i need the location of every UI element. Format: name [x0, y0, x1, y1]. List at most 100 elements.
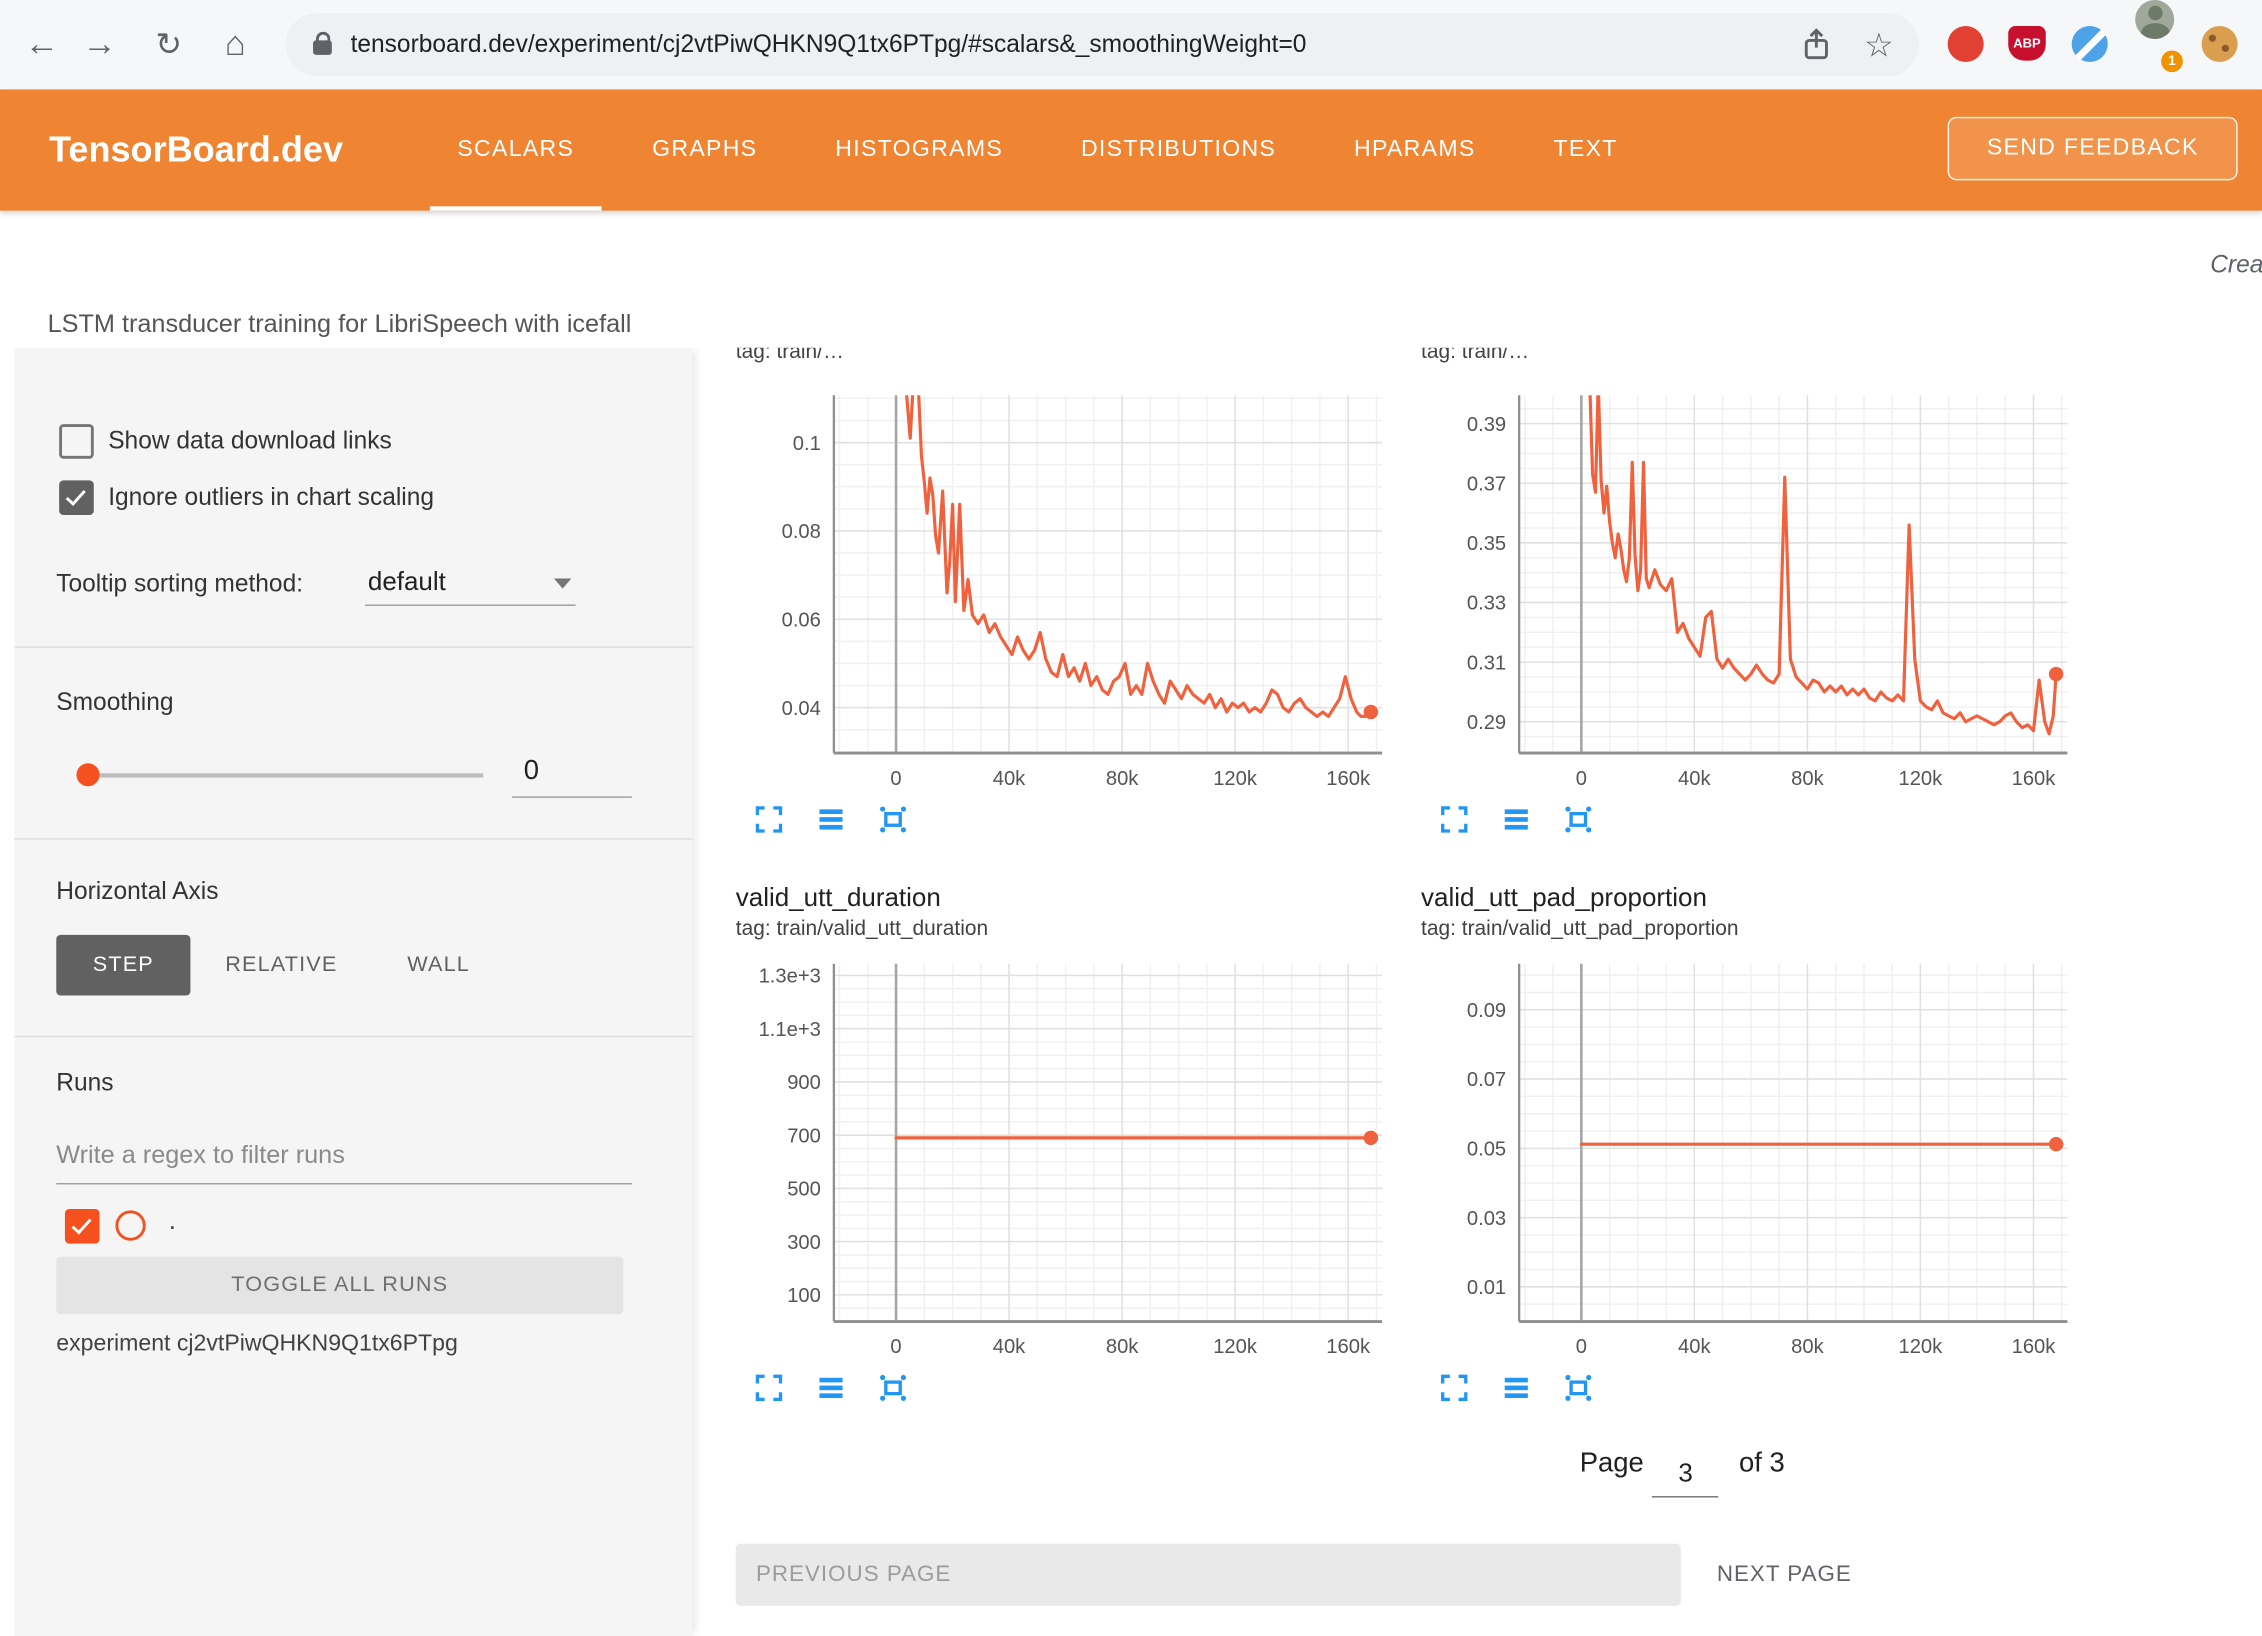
- brand-logo[interactable]: TensorBoard.dev: [49, 89, 343, 210]
- address-bar[interactable]: tensorboard.dev/experiment/cj2vtPiwQHKN9…: [286, 13, 1919, 76]
- tab-scalars[interactable]: SCALARS: [418, 89, 613, 210]
- tab-label: GRAPHS: [652, 137, 757, 162]
- svg-text:0.33: 0.33: [1467, 593, 1506, 615]
- svg-text:120k: 120k: [1213, 768, 1258, 790]
- svg-text:0: 0: [1576, 768, 1587, 790]
- tooltip-sorting-dropdown[interactable]: default: [365, 561, 576, 606]
- tab-text[interactable]: TEXT: [1515, 89, 1657, 210]
- svg-text:0.1: 0.1: [793, 433, 821, 455]
- page-number-input[interactable]: 3: [1652, 1459, 1718, 1498]
- runs-filter-placeholder: Write a regex to filter runs: [56, 1127, 632, 1183]
- page-total-label: of 3: [1739, 1448, 1785, 1480]
- chart-card-valid-utt-duration: valid_utt_duration tag: train/valid_utt_…: [736, 880, 1400, 1402]
- runs-filter-input[interactable]: Write a regex to filter runs: [56, 1127, 632, 1185]
- expand-chart-icon[interactable]: [1440, 1373, 1469, 1402]
- svg-text:80k: 80k: [1791, 768, 1824, 790]
- smoothing-label: Smoothing: [56, 688, 173, 717]
- svg-text:0.09: 0.09: [1467, 1000, 1506, 1022]
- abp-extension-icon[interactable]: ABP: [2008, 26, 2046, 61]
- horizontal-axis-label: Horizontal Axis: [56, 877, 218, 906]
- page-label: Page: [1580, 1448, 1644, 1480]
- subheader-strip: Crea LSTM transducer training for LibriS…: [0, 211, 2262, 348]
- url-text: tensorboard.dev/experiment/cj2vtPiwQHKN9…: [351, 30, 1307, 59]
- svg-text:900: 900: [787, 1072, 821, 1094]
- tooltip-sorting-value: default: [365, 561, 576, 601]
- chart-tag: tag: train/valid_utt_duration: [736, 915, 1400, 944]
- scalar-line-chart[interactable]: 0.010.030.050.070.09040k80k120k160k: [1421, 952, 2085, 1370]
- chart-card-valid-utt-pad-proportion: valid_utt_pad_proportion tag: train/vali…: [1421, 880, 2085, 1402]
- run-color-swatch: [115, 1210, 145, 1240]
- forward-icon[interactable]: →: [75, 0, 124, 89]
- screenshot-extension-icon[interactable]: [2072, 26, 2108, 62]
- tab-graphs[interactable]: GRAPHS: [613, 89, 796, 210]
- fit-domain-icon[interactable]: [1564, 1373, 1593, 1402]
- tensorboard-header: TensorBoard.dev SCALARS GRAPHS HISTOGRAM…: [0, 89, 2262, 210]
- toggle-y-axis-icon[interactable]: [817, 805, 846, 834]
- chart-toolbar: [1421, 805, 2085, 834]
- svg-text:120k: 120k: [1898, 1336, 1943, 1358]
- svg-text:0.07: 0.07: [1467, 1069, 1506, 1091]
- tab-label: HPARAMS: [1354, 137, 1476, 162]
- scalar-line-chart[interactable]: 0.040.060.080.1040k80k120k160k: [736, 384, 1400, 802]
- divider: [14, 1036, 692, 1037]
- toggle-all-runs-button[interactable]: TOGGLE ALL RUNS: [56, 1257, 623, 1315]
- toggle-y-axis-icon[interactable]: [817, 1373, 846, 1402]
- axis-step-button[interactable]: STEP: [56, 935, 190, 996]
- show-download-links-checkbox[interactable]: [59, 424, 94, 459]
- bookmark-star-icon[interactable]: ☆: [1864, 0, 1894, 89]
- scalar-line-chart[interactable]: 1003005007009001.1e+31.3e+3040k80k120k16…: [736, 952, 1400, 1370]
- browser-toolbar: ← → ↻ ⌂ tensorboard.dev/experiment/cj2vt…: [0, 0, 2262, 89]
- padlock-icon: [313, 40, 332, 54]
- tab-hparams[interactable]: HPARAMS: [1315, 89, 1514, 210]
- expand-chart-icon[interactable]: [1440, 805, 1469, 834]
- divider: [14, 838, 692, 839]
- next-page-button[interactable]: NEXT PAGE: [1717, 1544, 1852, 1606]
- svg-text:120k: 120k: [1213, 1336, 1258, 1358]
- svg-text:0.05: 0.05: [1467, 1139, 1506, 1161]
- smoothing-slider-track[interactable]: [79, 773, 483, 777]
- scalar-line-chart[interactable]: 0.290.310.330.350.370.39040k80k120k160k: [1421, 384, 2085, 802]
- tooltip-sorting-label: Tooltip sorting method:: [56, 570, 303, 599]
- fit-domain-icon[interactable]: [1564, 805, 1593, 834]
- toggle-y-axis-icon[interactable]: [1502, 1373, 1531, 1402]
- ignore-outliers-checkbox[interactable]: [59, 480, 94, 515]
- share-icon[interactable]: [1800, 27, 1832, 62]
- divider: [14, 646, 692, 647]
- tab-histograms[interactable]: HISTOGRAMS: [796, 89, 1042, 210]
- svg-text:80k: 80k: [1791, 1336, 1824, 1358]
- expand-chart-icon[interactable]: [755, 805, 784, 834]
- page-root: ← → ↻ ⌂ tensorboard.dev/experiment/cj2vt…: [0, 0, 2262, 1636]
- svg-text:80k: 80k: [1106, 768, 1139, 790]
- axis-relative-button[interactable]: RELATIVE: [190, 935, 372, 996]
- tab-label: DISTRIBUTIONS: [1081, 137, 1276, 162]
- fit-domain-icon[interactable]: [879, 805, 908, 834]
- send-feedback-button[interactable]: SEND FEEDBACK: [1948, 117, 2238, 180]
- runs-label: Runs: [56, 1069, 113, 1098]
- cookie-extension-icon[interactable]: [2202, 26, 2238, 62]
- active-tab-indicator: [430, 206, 602, 210]
- show-download-links-label: Show data download links: [108, 427, 392, 456]
- axis-wall-button[interactable]: WALL: [372, 935, 505, 996]
- fit-domain-icon[interactable]: [879, 1373, 908, 1402]
- svg-text:160k: 160k: [2012, 1336, 2057, 1358]
- svg-text:0.06: 0.06: [782, 609, 821, 631]
- run-checkbox[interactable]: [65, 1209, 100, 1244]
- adblock-extension-icon[interactable]: [1948, 26, 1984, 62]
- reload-icon[interactable]: ↻: [144, 0, 193, 89]
- smoothing-slider-thumb[interactable]: [76, 763, 99, 786]
- home-icon[interactable]: ⌂: [211, 0, 260, 89]
- expand-chart-icon[interactable]: [755, 1373, 784, 1402]
- experiment-description: LSTM transducer training for LibriSpeech…: [48, 309, 632, 339]
- previous-page-button[interactable]: PREVIOUS PAGE: [736, 1544, 1681, 1606]
- run-name: .: [169, 1206, 176, 1236]
- chart-card-top-left: tag: train/… 0.040.060.080.1040k80k120k1…: [736, 348, 1400, 834]
- profile-avatar[interactable]: [2135, 0, 2174, 39]
- chart-toolbar: [1421, 1373, 2085, 1402]
- tab-distributions[interactable]: DISTRIBUTIONS: [1042, 89, 1315, 210]
- back-icon[interactable]: ←: [17, 0, 66, 89]
- svg-text:0.08: 0.08: [782, 521, 821, 543]
- tab-label: HISTOGRAMS: [835, 137, 1003, 162]
- smoothing-value-field[interactable]: 0: [512, 746, 632, 798]
- toggle-y-axis-icon[interactable]: [1502, 805, 1531, 834]
- chart-title: valid_utt_pad_proportion: [1421, 880, 2085, 915]
